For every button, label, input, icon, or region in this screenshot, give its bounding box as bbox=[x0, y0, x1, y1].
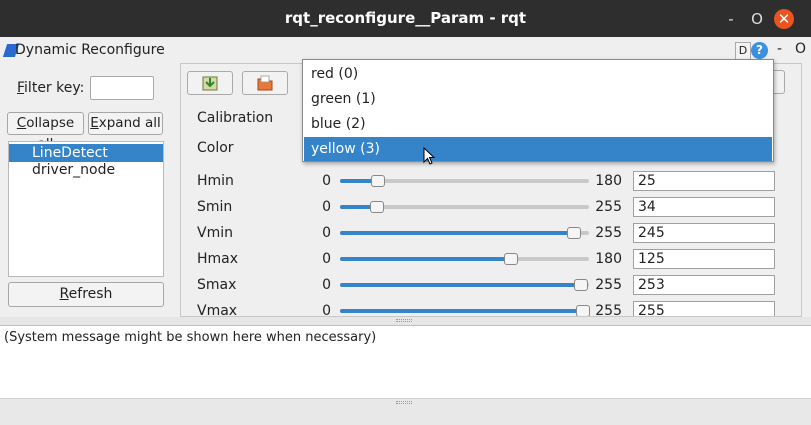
param-min: 0 bbox=[322, 199, 331, 215]
save-button[interactable] bbox=[187, 71, 233, 95]
grip-icon bbox=[396, 401, 412, 404]
param-name: Hmin bbox=[197, 173, 234, 189]
open-folder-icon bbox=[257, 75, 273, 91]
window-titlebar: rqt_reconfigure__Param - rqt - O ✕ bbox=[0, 0, 811, 37]
param-max: 180 bbox=[595, 173, 622, 189]
refresh-button[interactable]: Refresh bbox=[8, 282, 164, 307]
param-min: 0 bbox=[322, 277, 331, 293]
param-min: 0 bbox=[322, 173, 331, 189]
help-icon[interactable]: ? bbox=[751, 42, 768, 59]
param-name: Vmin bbox=[197, 225, 233, 241]
save-icon bbox=[202, 76, 218, 91]
node-item-driver-node[interactable]: driver_node bbox=[9, 161, 163, 179]
param-max: 255 bbox=[595, 199, 622, 215]
window-close-button[interactable]: ✕ bbox=[774, 9, 794, 29]
slider-fill bbox=[340, 231, 580, 235]
slider-fill bbox=[340, 257, 512, 261]
param-name: Hmax bbox=[197, 251, 239, 267]
color-label: Color bbox=[197, 140, 234, 156]
param-max: 255 bbox=[595, 303, 622, 317]
calibration-label: Calibration bbox=[197, 110, 274, 126]
window-minimize-button[interactable]: - bbox=[721, 9, 741, 29]
expand-text: xpand all bbox=[98, 115, 161, 131]
param-row-vmin: Vmin 0 255 245 bbox=[181, 223, 801, 246]
param-value-field[interactable]: 245 bbox=[633, 223, 775, 243]
color-option-red[interactable]: red (0) bbox=[304, 62, 772, 86]
param-min: 0 bbox=[322, 225, 331, 241]
slider-knob[interactable] bbox=[567, 227, 581, 239]
filter-key-input[interactable] bbox=[90, 76, 154, 100]
param-row-hmax: Hmax 0 180 125 bbox=[181, 249, 801, 272]
param-row-vmax: Vmax 0 255 255 bbox=[181, 301, 801, 317]
open-button[interactable] bbox=[242, 71, 288, 95]
slider-track[interactable] bbox=[340, 257, 589, 261]
slider-fill bbox=[340, 309, 589, 313]
param-value-field[interactable]: 125 bbox=[633, 249, 775, 269]
param-value-field[interactable]: 25 bbox=[633, 171, 775, 191]
param-row-smin: Smin 0 255 34 bbox=[181, 197, 801, 220]
param-name: Vmax bbox=[197, 303, 238, 317]
slider-track[interactable] bbox=[340, 309, 589, 313]
filter-key-mnemonic: F bbox=[17, 80, 25, 96]
plugin-float-button[interactable]: O bbox=[795, 41, 806, 57]
mouse-cursor-icon bbox=[423, 147, 436, 165]
param-row-hmin: Hmin 0 180 25 bbox=[181, 171, 801, 194]
slider-track[interactable] bbox=[340, 231, 589, 235]
slider-track[interactable] bbox=[340, 283, 589, 287]
slider-knob[interactable] bbox=[370, 201, 384, 213]
refresh-text: efresh bbox=[68, 286, 113, 302]
param-row-smax: Smax 0 255 253 bbox=[181, 275, 801, 298]
plugin-title: Dynamic Reconfigure bbox=[15, 42, 165, 58]
node-tree[interactable]: LineDetect driver_node bbox=[8, 141, 164, 277]
refresh-mnemonic: R bbox=[59, 286, 69, 302]
close-icon: ✕ bbox=[777, 10, 791, 28]
param-max: 255 bbox=[595, 225, 622, 241]
param-max: 180 bbox=[595, 251, 622, 267]
panel-splitter[interactable] bbox=[0, 317, 811, 325]
system-message-area: (System message might be shown here when… bbox=[0, 325, 811, 398]
filter-key-text: ilter key: bbox=[24, 80, 85, 96]
color-option-blue[interactable]: blue (2) bbox=[304, 112, 772, 136]
system-message-text: (System message might be shown here when… bbox=[4, 330, 377, 345]
param-value-field[interactable]: 253 bbox=[633, 275, 775, 295]
expand-all-button[interactable]: Expand all bbox=[88, 112, 163, 135]
window-title: rqt_reconfigure__Param - rqt bbox=[284, 9, 527, 27]
param-max: 255 bbox=[595, 277, 622, 293]
param-value-field[interactable]: 255 bbox=[633, 301, 775, 316]
grip-icon bbox=[396, 319, 412, 322]
slider-knob[interactable] bbox=[371, 175, 385, 187]
slider-fill bbox=[340, 283, 587, 287]
slider-fill bbox=[340, 205, 373, 209]
slider-fill bbox=[340, 179, 375, 183]
expand-mnemonic: E bbox=[90, 115, 99, 131]
plugin-d-button[interactable]: D bbox=[735, 42, 751, 60]
collapse-mnemonic: C bbox=[16, 115, 27, 131]
slider-knob[interactable] bbox=[504, 253, 518, 265]
param-value-field[interactable]: 34 bbox=[633, 197, 775, 217]
filter-key-label: Filter key: bbox=[17, 80, 84, 96]
plugin-minimize-button[interactable]: - bbox=[777, 41, 782, 57]
status-bar bbox=[0, 398, 811, 425]
window-maximize-button[interactable]: O bbox=[747, 9, 767, 29]
param-name: Smax bbox=[197, 277, 237, 293]
color-option-yellow[interactable]: yellow (3) bbox=[304, 137, 772, 161]
param-min: 0 bbox=[322, 251, 331, 267]
color-dropdown-list[interactable]: red (0) green (1) blue (2) yellow (3) bbox=[302, 59, 774, 162]
param-min: 0 bbox=[322, 303, 331, 317]
node-item-linedetect[interactable]: LineDetect bbox=[9, 144, 163, 162]
collapse-all-button[interactable]: Collapse all bbox=[7, 112, 84, 152]
color-option-green[interactable]: green (1) bbox=[304, 87, 772, 111]
param-name: Smin bbox=[197, 199, 233, 215]
